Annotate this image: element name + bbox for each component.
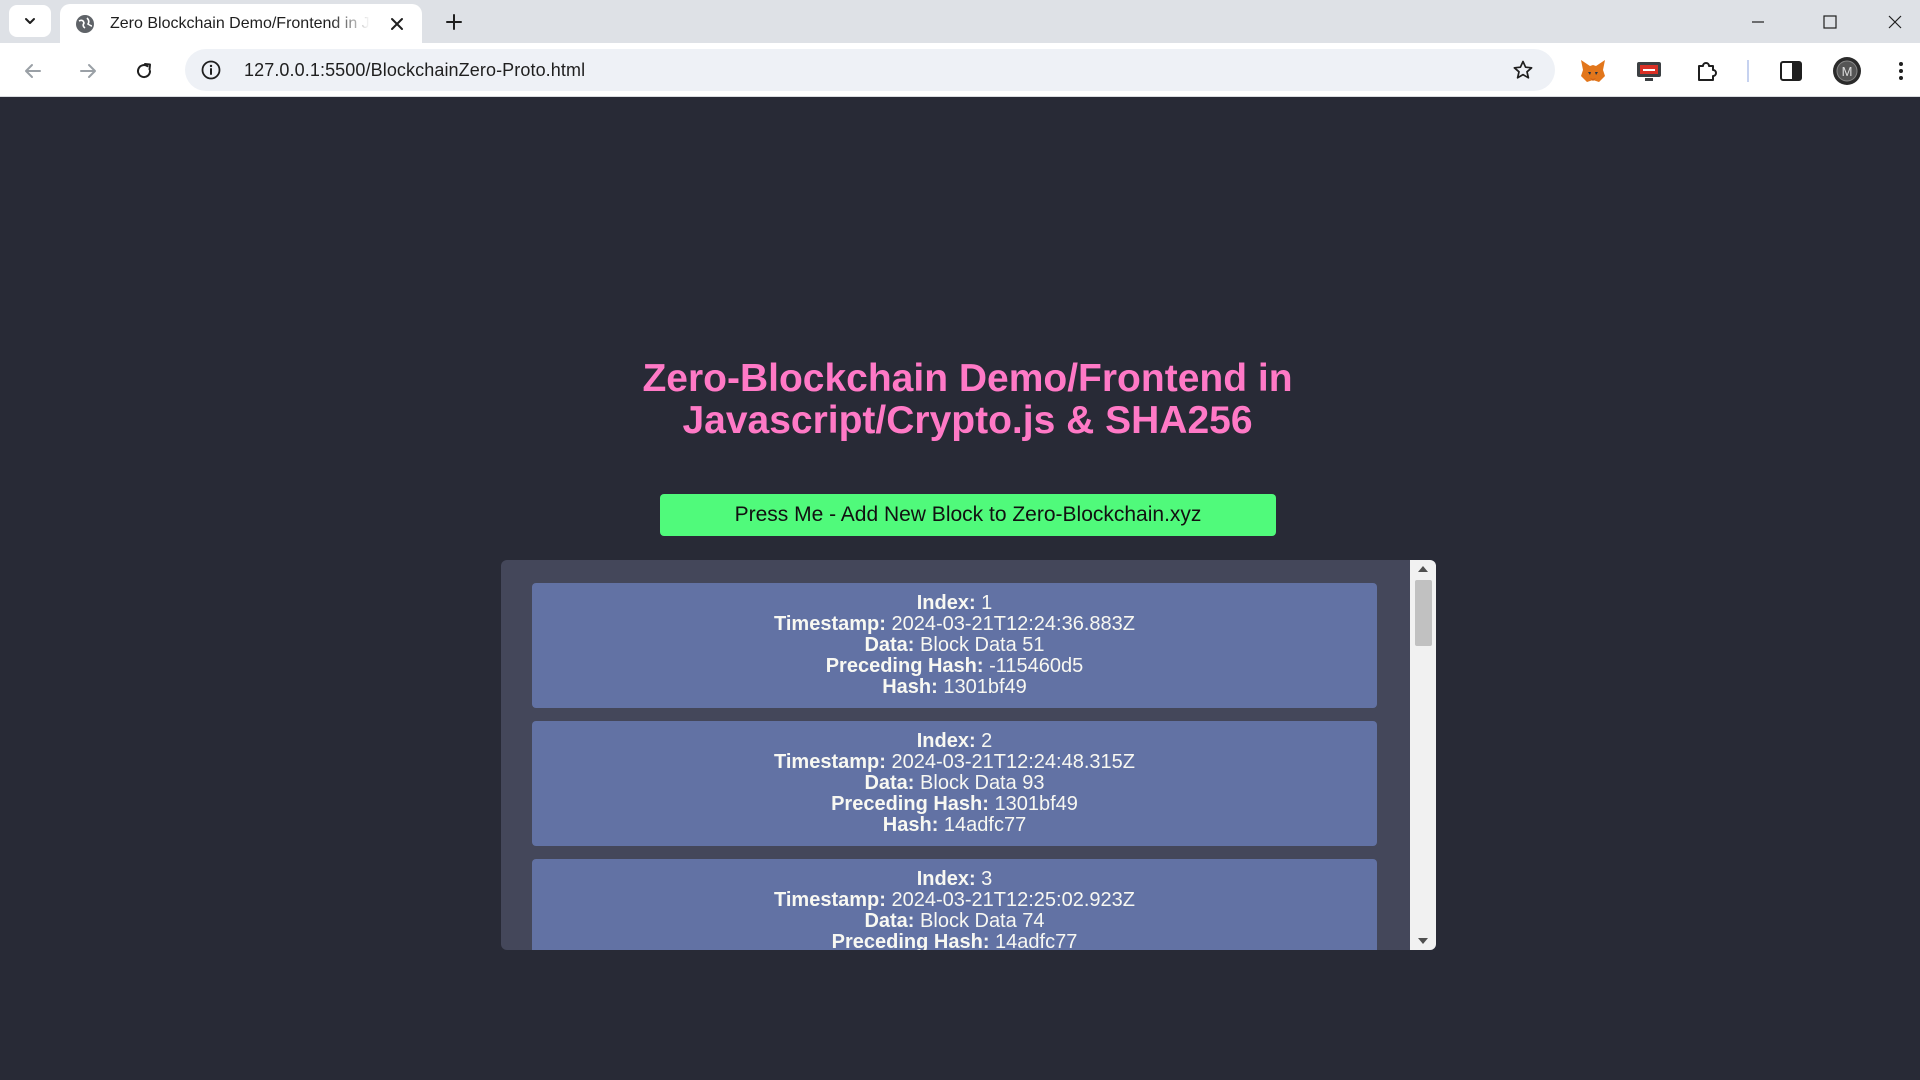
scroll-up-arrow[interactable]: [1410, 560, 1436, 578]
block-hash-line: Hash: 1301bf49: [532, 677, 1377, 698]
scrollbar[interactable]: [1410, 560, 1436, 950]
block-card: Index: 3 Timestamp: 2024-03-21T12:25:02.9…: [532, 859, 1377, 950]
close-icon[interactable]: [386, 13, 408, 35]
globe-icon: [74, 13, 96, 35]
block-hash-label: Hash:: [882, 814, 939, 836]
add-block-button[interactable]: Press Me - Add New Block to Zero-Blockch…: [660, 494, 1276, 536]
block-preceding-hash-value: 1301bf49: [994, 793, 1078, 815]
page-title: Zero-Blockchain Demo/Frontend in Javascr…: [642, 357, 1293, 442]
block-preceding-hash-value: 14adfc77: [995, 931, 1078, 951]
block-index-value: 3: [981, 868, 993, 890]
block-data-label: Data:: [864, 910, 915, 932]
block-index-line: Index: 1: [532, 593, 1377, 614]
forward-button[interactable]: [72, 55, 104, 87]
block-index-value: 2: [981, 730, 993, 752]
block-index-label: Index:: [916, 868, 976, 890]
block-timestamp-label: Timestamp:: [774, 751, 886, 773]
block-data-label: Data:: [864, 634, 915, 656]
block-preceding-hash-label: Preceding Hash:: [825, 655, 984, 677]
minimize-button[interactable]: [1726, 0, 1790, 43]
window-close-icon: [1888, 15, 1902, 28]
block-data-value: Block Data 74: [920, 910, 1045, 932]
block-index-label: Index:: [916, 592, 976, 614]
block-timestamp-value: 2024-03-21T12:24:36.883Z: [891, 613, 1135, 635]
kebab-menu-icon: [1899, 62, 1903, 80]
arrow-left-icon: [25, 64, 41, 78]
triangle-down-icon: [1418, 938, 1428, 944]
minimize-icon: [1752, 20, 1764, 23]
block-preceding-hash-label: Preceding Hash:: [831, 793, 989, 815]
active-tab[interactable]: Zero Blockchain Demo/Frontend in Javascr…: [60, 4, 422, 43]
tab-search-button[interactable]: [9, 5, 51, 37]
maximize-button[interactable]: [1798, 0, 1862, 43]
block-data-line: Data: Block Data 74: [532, 911, 1377, 932]
side-panel-icon[interactable]: [1776, 56, 1806, 86]
scrollbar-thumb[interactable]: [1415, 580, 1432, 646]
block-hash-label: Hash:: [882, 676, 938, 698]
reload-icon: [137, 63, 152, 79]
block-index-label: Index:: [916, 730, 976, 752]
block-timestamp-value: 2024-03-21T12:24:48.315Z: [891, 751, 1135, 773]
site-info-icon[interactable]: [199, 58, 223, 82]
block-hash-line: Hash: 14adfc77: [532, 815, 1377, 836]
url-text[interactable]: 127.0.0.1:5500/BlockchainZero-Proto.html: [244, 60, 585, 81]
block-data-value: Block Data 93: [920, 772, 1045, 794]
block-data-label: Data:: [864, 772, 915, 794]
metamask-fox-icon[interactable]: [1578, 56, 1608, 86]
blockchain-container[interactable]: Index: 1 Timestamp: 2024-03-21T12:24:36.8…: [501, 560, 1436, 950]
block-index-value: 1: [981, 592, 993, 614]
back-button[interactable]: [17, 55, 49, 87]
block-timestamp-line: Timestamp: 2024-03-21T12:24:36.883Z: [532, 614, 1377, 635]
chevron-down-icon: [25, 18, 35, 24]
block-data-line: Data: Block Data 51: [532, 635, 1377, 656]
new-tab-button[interactable]: [440, 8, 468, 36]
arrow-right-icon: [80, 64, 96, 78]
block-list: Index: 1 Timestamp: 2024-03-21T12:24:36.8…: [532, 583, 1377, 950]
block-preceding-hash-line: Preceding Hash: 14adfc77: [532, 931, 1377, 951]
block-preceding-hash-line: Preceding Hash: -115460d5: [532, 656, 1377, 677]
block-timestamp-label: Timestamp:: [774, 613, 886, 635]
scroll-down-arrow[interactable]: [1410, 932, 1436, 950]
block-preceding-hash-line: Preceding Hash: 1301bf49: [532, 794, 1377, 815]
maximize-icon: [1823, 14, 1837, 29]
triangle-up-icon: [1418, 566, 1428, 572]
reload-button[interactable]: [128, 55, 160, 87]
window-close-button[interactable]: [1870, 0, 1920, 43]
block-card: Index: 1 Timestamp: 2024-03-21T12:24:36.8…: [532, 583, 1377, 708]
toolbar-divider: [1747, 60, 1749, 82]
browser-tab-bar: Zero Blockchain Demo/Frontend in Javascr…: [0, 0, 1920, 43]
profile-initial: M: [1842, 64, 1853, 79]
tab-title: Zero Blockchain Demo/Frontend in Javascr…: [110, 14, 370, 32]
screen-reader-icon[interactable]: [1634, 56, 1664, 86]
block-hash-value: 1301bf49: [943, 676, 1027, 698]
block-data-value: Block Data 51: [920, 634, 1045, 656]
plus-icon: [446, 14, 462, 30]
block-preceding-hash-value: -115460d5: [989, 655, 1084, 677]
menu-button[interactable]: [1888, 56, 1914, 86]
block-timestamp-line: Timestamp: 2024-03-21T12:24:48.315Z: [532, 752, 1377, 773]
block-index-line: Index: 3: [532, 869, 1377, 890]
block-data-line: Data: Block Data 93: [532, 773, 1377, 794]
block-preceding-hash-label: Preceding Hash:: [831, 931, 990, 951]
profile-avatar[interactable]: M: [1832, 56, 1862, 86]
browser-toolbar: 127.0.0.1:5500/BlockchainZero-Proto.html…: [0, 43, 1920, 97]
block-timestamp-value: 2024-03-21T12:25:02.923Z: [891, 889, 1135, 911]
puzzle-extensions-icon[interactable]: [1692, 56, 1722, 86]
bookmark-star-icon[interactable]: [1511, 58, 1535, 82]
address-bar[interactable]: 127.0.0.1:5500/BlockchainZero-Proto.html: [185, 49, 1555, 91]
block-card: Index: 2 Timestamp: 2024-03-21T12:24:48.3…: [532, 721, 1377, 846]
block-index-line: Index: 2: [532, 731, 1377, 752]
block-hash-value: 14adfc77: [943, 814, 1027, 836]
block-timestamp-label: Timestamp:: [774, 889, 886, 911]
block-timestamp-line: Timestamp: 2024-03-21T12:25:02.923Z: [532, 890, 1377, 911]
